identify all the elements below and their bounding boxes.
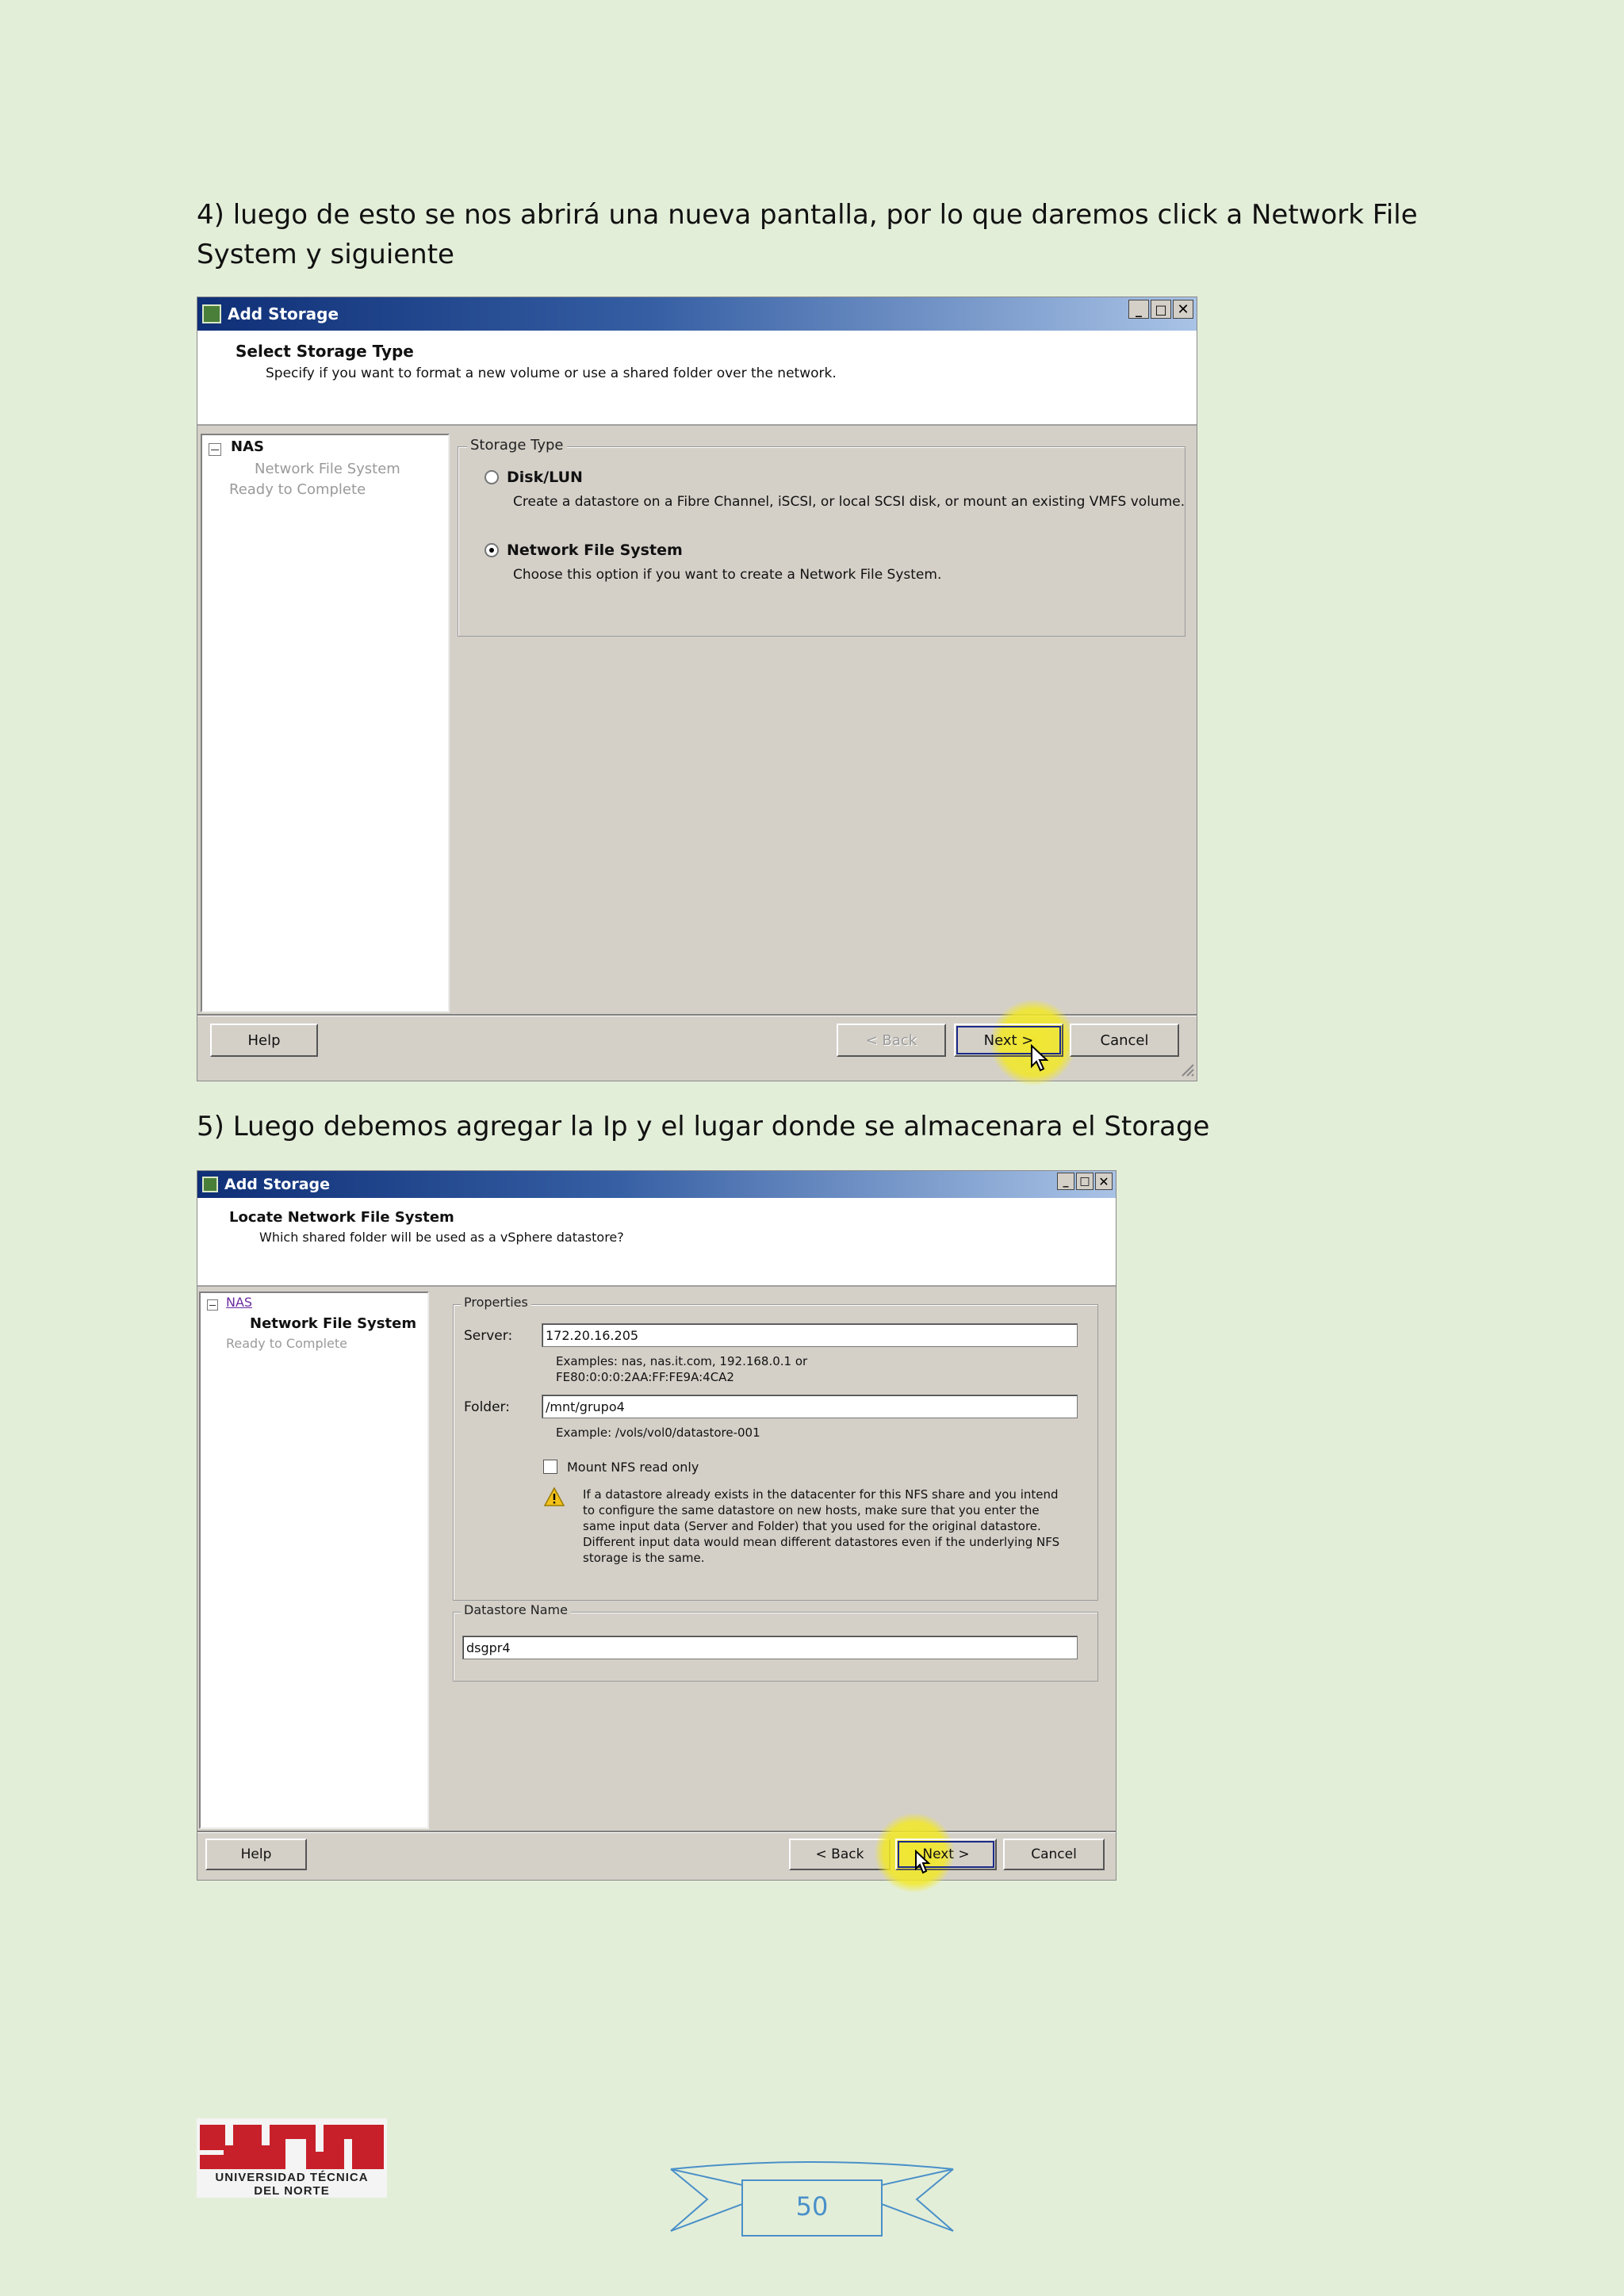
network-file-system-label[interactable]: Network File System xyxy=(507,541,683,559)
disk-lun-description: Create a datastore on a Fibre Channel, i… xyxy=(513,494,1185,510)
dialog-title: Add Storage xyxy=(228,304,339,323)
network-file-system-description: Choose this option if you want to create… xyxy=(513,567,942,583)
add-storage-app-icon xyxy=(202,304,221,323)
datastore-name-input[interactable]: dsgpr4 xyxy=(462,1636,1078,1659)
maximize-icon[interactable]: □ xyxy=(1076,1173,1094,1190)
utn-logo-text: UNIVERSIDAD TÉCNICA DEL NORTE xyxy=(197,2171,387,2198)
step-5-instruction: 5) Luego debemos agregar la Ip y el luga… xyxy=(197,1111,1210,1142)
close-icon[interactable]: ✕ xyxy=(1173,300,1193,319)
disk-lun-label[interactable]: Disk/LUN xyxy=(507,469,583,486)
mouse-cursor-icon xyxy=(915,1850,931,1874)
datastore-name-legend: Datastore Name xyxy=(461,1602,571,1617)
wizard-step-title: Select Storage Type xyxy=(236,342,414,361)
mount-readonly-checkbox[interactable] xyxy=(543,1460,557,1474)
add-storage-dialog-locate-nfs: Add Storage _ □ ✕ Locate Network File Sy… xyxy=(197,1170,1116,1892)
maximize-icon[interactable]: □ xyxy=(1151,300,1171,319)
properties-group xyxy=(453,1304,1098,1601)
collapse-icon[interactable] xyxy=(209,443,221,456)
folder-label: Folder: xyxy=(464,1399,510,1415)
minimize-icon[interactable]: _ xyxy=(1057,1173,1074,1190)
mount-readonly-label[interactable]: Mount NFS read only xyxy=(567,1460,699,1475)
storage-type-legend: Storage Type xyxy=(467,437,567,453)
properties-legend: Properties xyxy=(461,1295,531,1310)
dialog-title: Add Storage xyxy=(224,1176,331,1193)
network-file-system-radio[interactable] xyxy=(485,543,499,557)
step-4-instruction: 4) luego de esto se nos abrirá una nueva… xyxy=(197,199,1418,270)
warning-icon xyxy=(543,1487,565,1506)
server-input[interactable]: 172.20.16.205 xyxy=(542,1323,1078,1347)
warning-line-4: Different input data would mean differen… xyxy=(583,1535,1060,1549)
page-number: 50 xyxy=(795,2191,829,2221)
wizard-step-subtitle: Which shared folder will be used as a vS… xyxy=(259,1230,624,1245)
collapse-icon[interactable] xyxy=(207,1299,218,1311)
dialog-footer-divider xyxy=(197,1831,1116,1833)
dialog-titlebar[interactable]: Add Storage _ □ ✕ xyxy=(197,1171,1116,1198)
wizard-step-subtitle: Specify if you want to format a new volu… xyxy=(266,365,837,381)
next-button[interactable]: Next > xyxy=(895,1839,997,1870)
folder-input[interactable]: /mnt/grupo4 xyxy=(542,1395,1078,1418)
minimize-icon[interactable]: _ xyxy=(1128,300,1149,319)
wizard-nav-tree: NAS Network File System Ready to Complet… xyxy=(199,1292,429,1829)
resize-grip-icon[interactable] xyxy=(1178,1060,1195,1077)
add-storage-dialog-select-type: Add Storage _ □ ✕ Select Storage Type Sp… xyxy=(197,297,1197,1085)
nav-item-network-file-system[interactable]: Network File System xyxy=(255,461,400,477)
warning-line-5: storage is the same. xyxy=(583,1551,705,1565)
wizard-header: Select Storage Type Specify if you want … xyxy=(197,331,1197,426)
wizard-step-title: Locate Network File System xyxy=(229,1209,454,1226)
server-label: Server: xyxy=(464,1328,513,1344)
help-button[interactable]: Help xyxy=(205,1839,307,1870)
folder-hint: Example: /vols/vol0/datastore-001 xyxy=(556,1425,760,1440)
logo-line-2: DEL NORTE xyxy=(254,2184,330,2198)
help-button[interactable]: Help xyxy=(210,1024,318,1057)
nav-item-ready-to-complete[interactable]: Ready to Complete xyxy=(229,481,366,498)
cancel-button[interactable]: Cancel xyxy=(1070,1024,1179,1057)
server-hint-line-2: FE80:0:0:0:2AA:FF:FE9A:4CA2 xyxy=(556,1370,734,1384)
add-storage-app-icon xyxy=(202,1177,218,1192)
warning-line-1: If a datastore already exists in the dat… xyxy=(583,1487,1059,1502)
warning-line-2: to configure the same datastore on new h… xyxy=(583,1503,1040,1517)
mouse-cursor-icon xyxy=(1031,1044,1049,1072)
warning-line-3: same input data (Server and Folder) that… xyxy=(583,1519,1041,1533)
logo-line-1: UNIVERSIDAD TÉCNICA xyxy=(215,2171,369,2184)
nav-item-ready-to-complete[interactable]: Ready to Complete xyxy=(226,1336,347,1351)
dialog-titlebar[interactable]: Add Storage _ □ ✕ xyxy=(197,297,1197,331)
nav-item-nas[interactable]: NAS xyxy=(226,1295,252,1310)
server-hint-line-1: Examples: nas, nas.it.com, 192.168.0.1 o… xyxy=(556,1354,808,1368)
cancel-button[interactable]: Cancel xyxy=(1003,1839,1105,1870)
nav-item-network-file-system[interactable]: Network File System xyxy=(250,1315,416,1332)
nav-item-nas[interactable]: NAS xyxy=(231,438,264,455)
wizard-nav-tree: NAS Network File System Ready to Complet… xyxy=(201,434,450,1012)
wizard-header: Locate Network File System Which shared … xyxy=(197,1198,1116,1287)
disk-lun-radio[interactable] xyxy=(485,470,499,484)
back-button[interactable]: < Back xyxy=(837,1024,946,1057)
close-icon[interactable]: ✕ xyxy=(1095,1173,1113,1190)
